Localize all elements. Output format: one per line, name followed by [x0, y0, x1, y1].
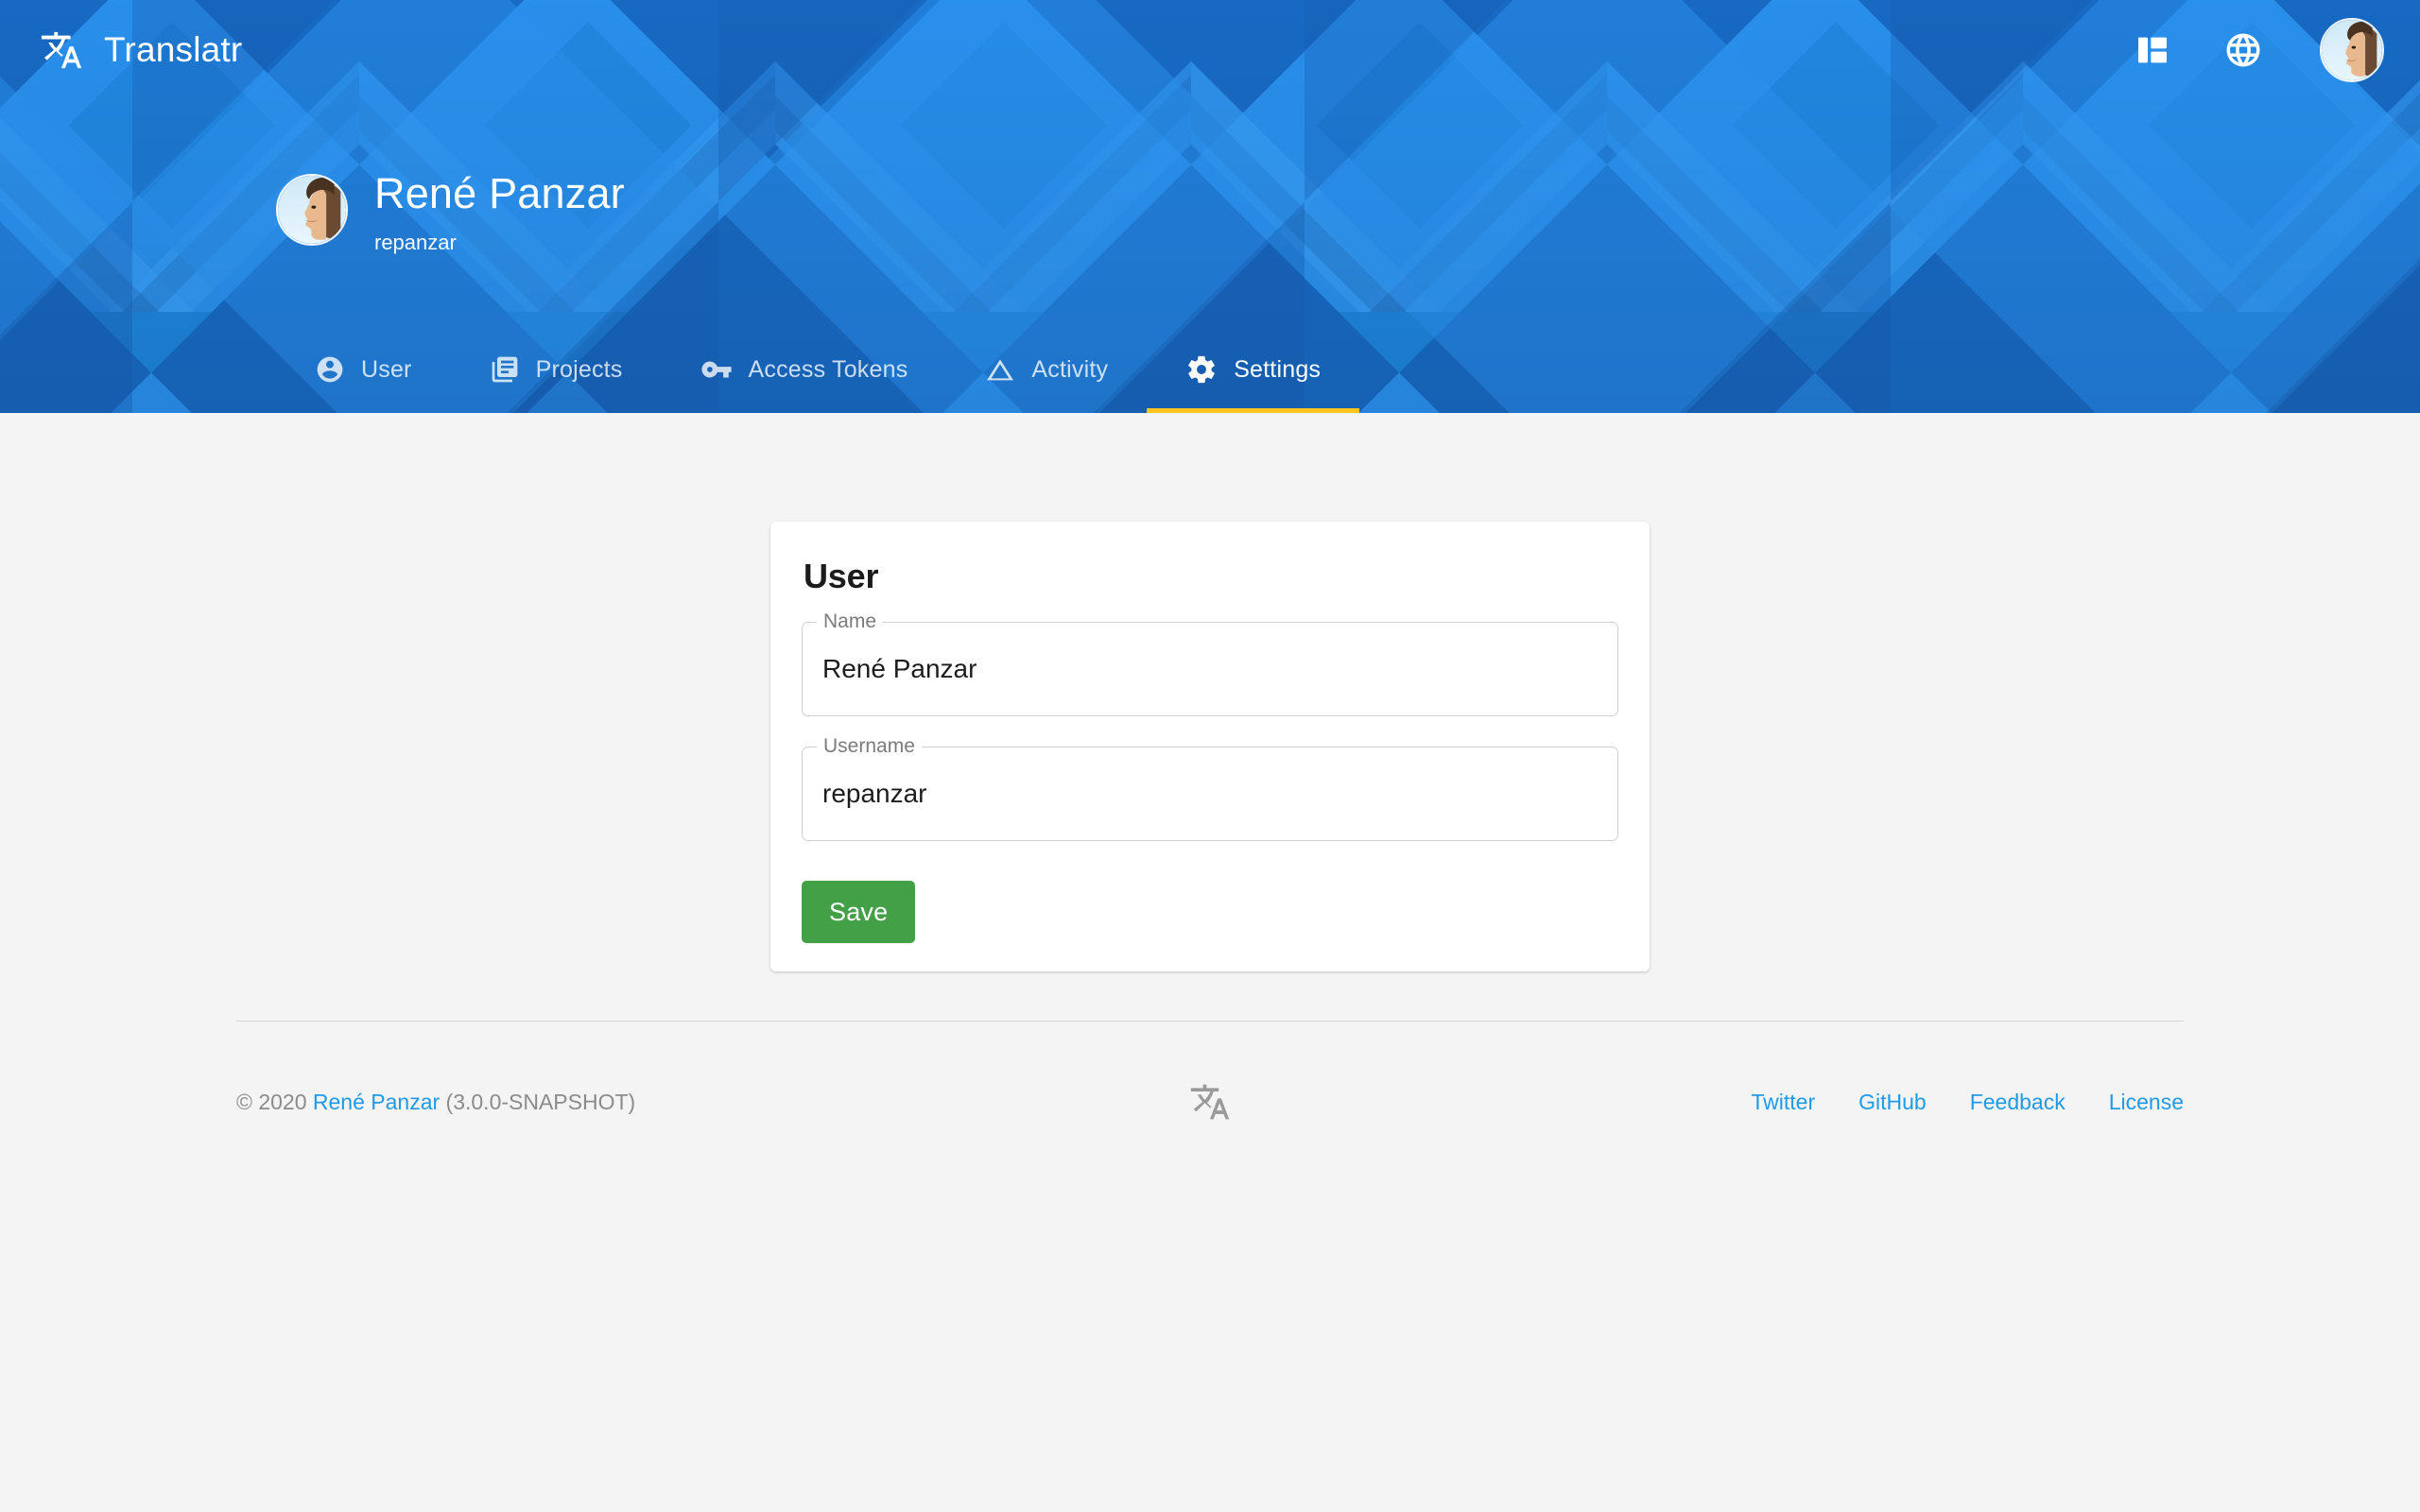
name-field[interactable]: Name [802, 610, 1618, 716]
footer-copyright-prefix: © 2020 [236, 1089, 313, 1114]
footer-link-license[interactable]: License [2109, 1090, 2184, 1115]
translate-icon [1190, 1084, 1230, 1120]
globe-icon [2226, 33, 2260, 66]
dashboard-layout-icon-button[interactable] [2131, 28, 2174, 72]
footer-version: (3.0.0-SNAPSHOT) [440, 1089, 636, 1114]
profile-nav-tabs: User Projects Access Tokens Activity Set… [276, 326, 1360, 413]
library-books-icon [490, 354, 520, 385]
profile-text: René Panzar repanzar [374, 168, 625, 257]
profile-avatar [276, 174, 348, 246]
page-header: Translatr René Panzar repanzar User Proj… [0, 0, 2420, 413]
profile-name: René Panzar [374, 169, 625, 217]
tab-activity-label: Activity [1031, 355, 1109, 383]
username-input[interactable] [822, 778, 1598, 810]
tab-projects-label: Projects [535, 355, 623, 383]
name-input[interactable] [822, 653, 1598, 685]
profile-header: René Panzar repanzar [276, 168, 625, 257]
tab-settings[interactable]: Settings [1147, 326, 1360, 413]
page-footer: © 2020 René Panzar (3.0.0-SNAPSHOT) Twit… [0, 1021, 2420, 1266]
name-field-label: Name [817, 610, 884, 633]
language-globe-icon-button[interactable] [2221, 28, 2265, 72]
save-button[interactable]: Save [802, 881, 916, 943]
footer-links: Twitter GitHub Feedback License [1231, 1090, 2184, 1115]
name-field-box[interactable] [802, 622, 1618, 716]
footer-logo-wrap [1189, 1081, 1231, 1123]
user-avatar-button[interactable] [2320, 17, 2384, 82]
tab-access-tokens[interactable]: Access Tokens [662, 326, 947, 413]
tab-user-label: User [361, 355, 412, 383]
top-app-bar: Translatr [0, 0, 2420, 99]
gear-icon [1185, 353, 1218, 386]
username-field-box[interactable] [802, 747, 1618, 841]
user-avatar [2322, 19, 2382, 80]
footer-copyright: © 2020 René Panzar (3.0.0-SNAPSHOT) [236, 1090, 1189, 1115]
footer-link-feedback[interactable]: Feedback [1970, 1090, 2066, 1115]
footer-link-github[interactable]: GitHub [1858, 1090, 1927, 1115]
brand-home-link[interactable]: Translatr [40, 28, 242, 72]
card-actions: Save [802, 881, 1618, 943]
tab-activity[interactable]: Activity [946, 326, 1147, 413]
user-settings-card: User Name Username Save [770, 522, 1650, 971]
brand-name: Translatr [104, 29, 243, 69]
tab-user[interactable]: User [276, 326, 451, 413]
dashboard-layout-icon [2138, 37, 2167, 62]
topbar-actions [2131, 17, 2384, 82]
footer-author-link[interactable]: René Panzar [313, 1090, 440, 1114]
translate-icon [41, 31, 82, 68]
tab-settings-label: Settings [1234, 355, 1322, 383]
username-field-label: Username [817, 735, 922, 758]
footer-link-twitter[interactable]: Twitter [1751, 1090, 1815, 1115]
card-title: User [804, 557, 879, 595]
tab-access-tokens-label: Access Tokens [748, 355, 908, 383]
vpn-key-icon [700, 353, 733, 386]
username-field[interactable]: Username [802, 735, 1618, 841]
main-content: User Name Username Save © 2020 René Panz… [0, 413, 2420, 1266]
tab-projects[interactable]: Projects [451, 326, 662, 413]
profile-username: repanzar [374, 231, 457, 254]
triangle-icon [985, 354, 1015, 385]
profile-avatar-image [278, 176, 346, 244]
account-circle-icon [315, 354, 345, 385]
